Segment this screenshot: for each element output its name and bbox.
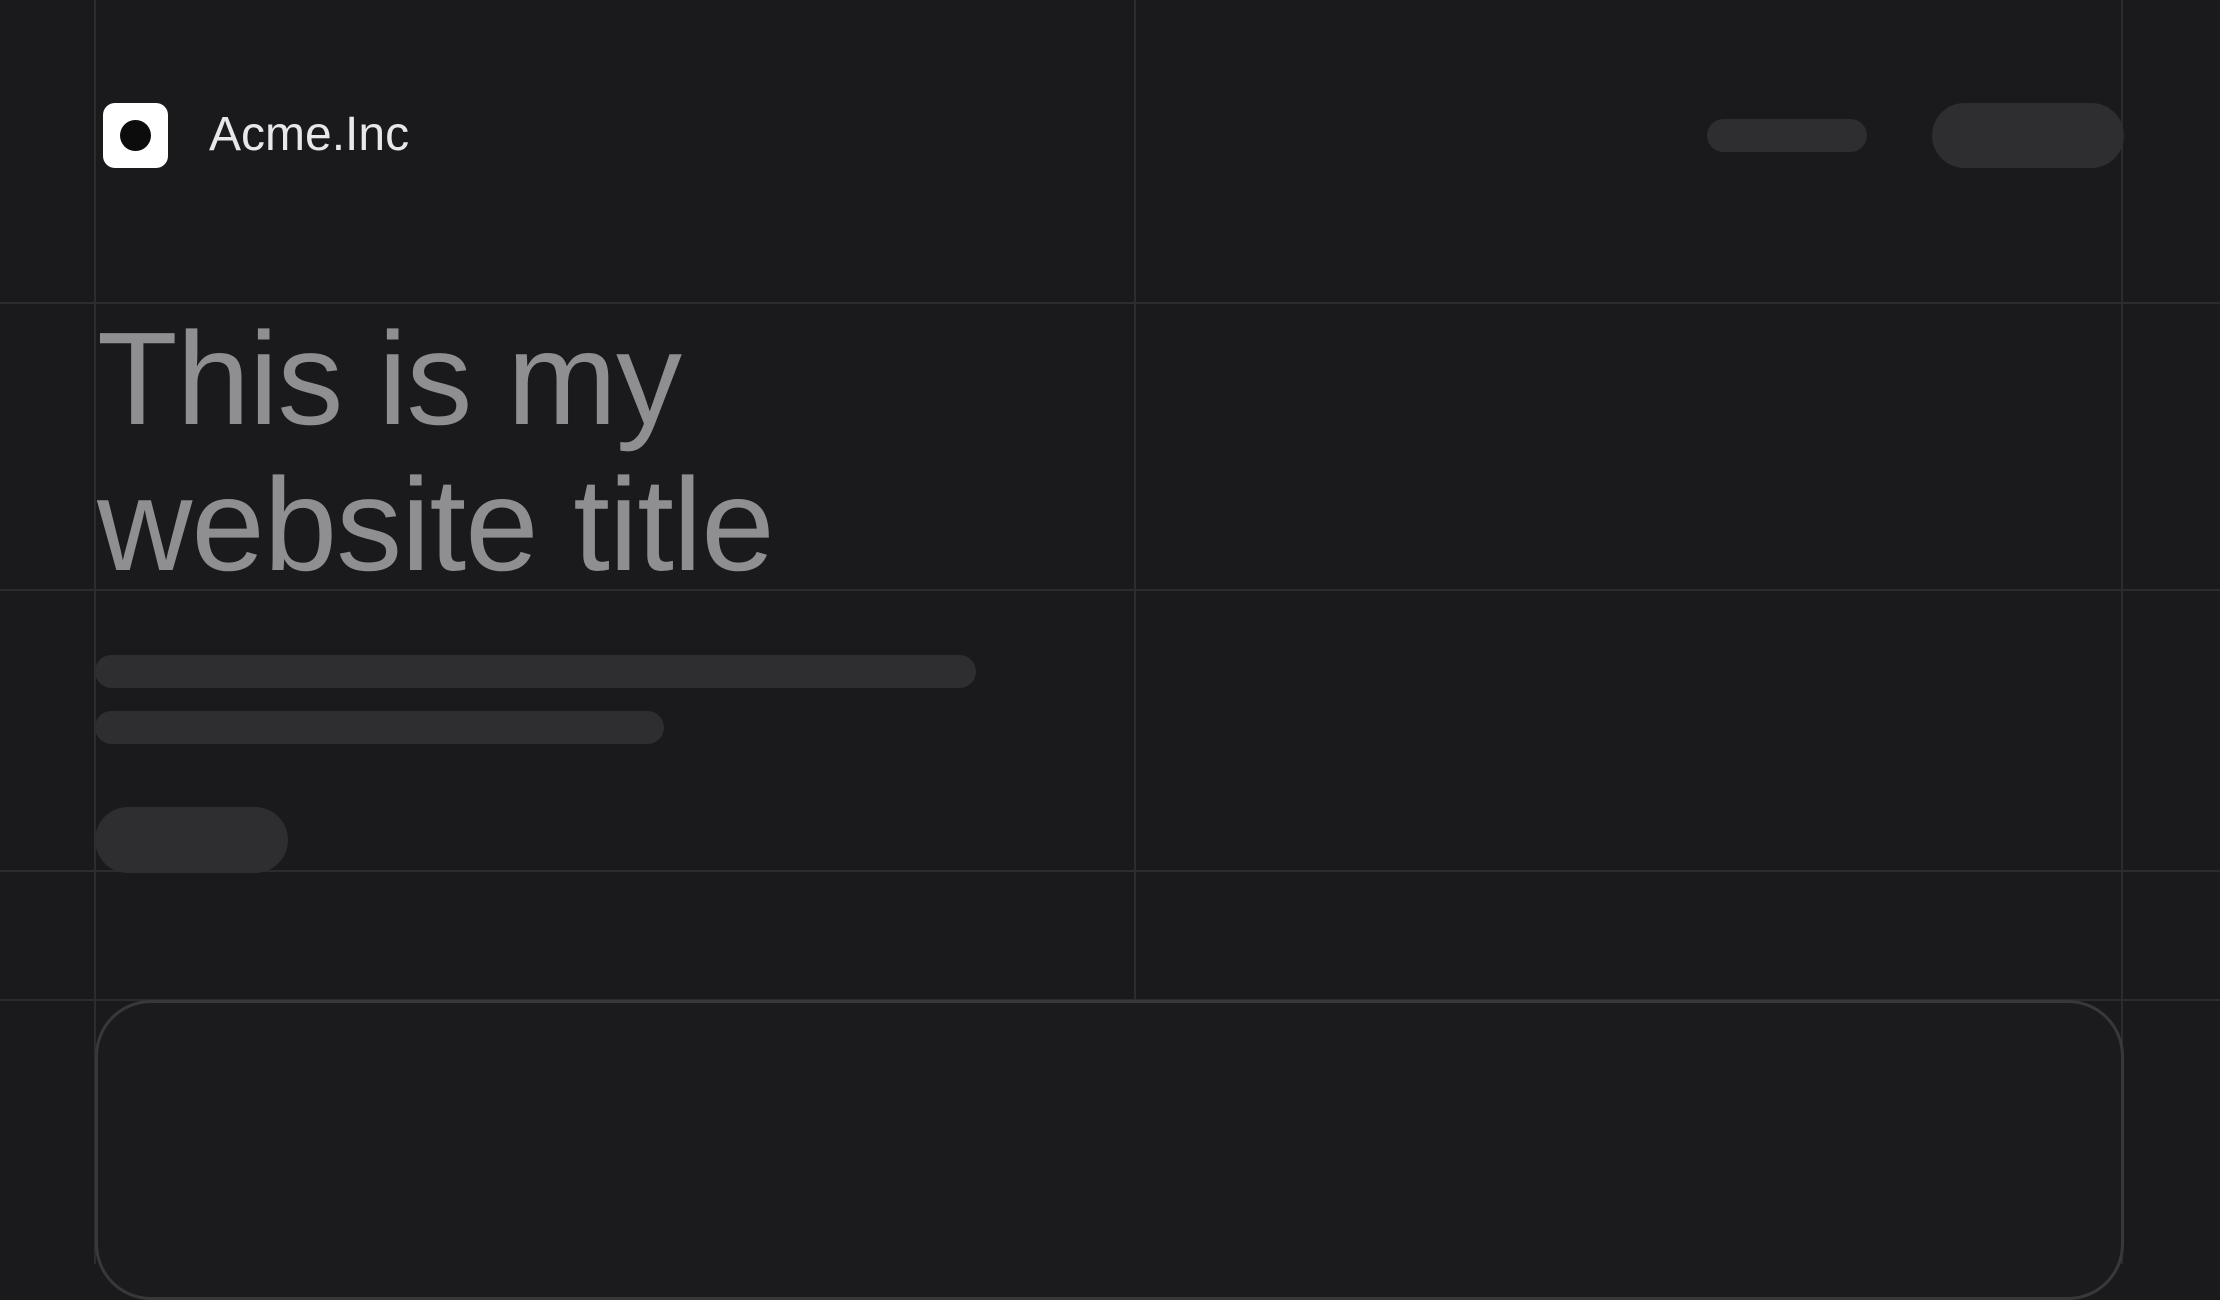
logo-icon[interactable] xyxy=(103,103,168,168)
nav-button-placeholder[interactable] xyxy=(1932,103,2124,168)
logo-dot xyxy=(120,120,151,151)
grid-line-horizontal xyxy=(0,302,2220,304)
page-title-line-1: This is my xyxy=(97,305,682,452)
nav-link-placeholder[interactable] xyxy=(1707,119,1867,152)
brand-name[interactable]: Acme.Inc xyxy=(209,107,409,163)
page-title: This is my website title xyxy=(97,305,775,598)
description-placeholder-line xyxy=(95,711,664,744)
cta-button-placeholder[interactable] xyxy=(95,807,288,873)
content-panel xyxy=(95,1000,2124,1300)
description-placeholder-line xyxy=(95,655,976,688)
page-title-line-2: website title xyxy=(97,451,775,598)
grid-line-horizontal xyxy=(0,870,2220,872)
